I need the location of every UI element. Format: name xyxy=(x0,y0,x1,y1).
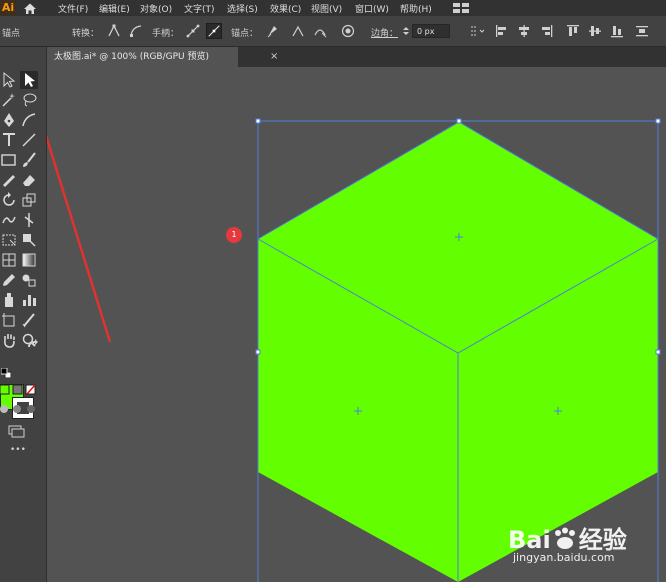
menu-help[interactable]: 帮助(H) xyxy=(400,2,432,15)
artboard-tool-icon[interactable] xyxy=(0,311,18,329)
paintbrush-tool-icon[interactable] xyxy=(20,151,38,169)
shape-builder-tool-icon[interactable] xyxy=(20,231,38,249)
control-bar: 锚点 转换： 手柄： 锚点： 边角： 0 px xyxy=(0,16,666,47)
rotate-tool-icon[interactable] xyxy=(0,191,18,209)
scale-tool-icon[interactable] xyxy=(20,191,38,209)
menu-window[interactable]: 窗口(W) xyxy=(355,2,389,15)
menu-effect[interactable]: 效果(C) xyxy=(270,2,301,15)
watermark-url: jingyan.baidu.com xyxy=(513,551,615,564)
pen-tool-icon[interactable] xyxy=(0,111,18,129)
gradient-tool-icon[interactable] xyxy=(20,251,38,269)
document-tab-bar: 太极图.ai* @ 100% (RGB/GPU 预览) × xyxy=(46,47,666,67)
menu-bar: Ai 文件(F) 编辑(E) 对象(O) 文字(T) 选择(S) 效果(C) 视… xyxy=(0,0,666,16)
close-tab-icon[interactable]: × xyxy=(270,51,278,62)
blend-tool-icon[interactable] xyxy=(20,271,38,289)
symbol-sprayer-tool-icon[interactable] xyxy=(0,291,18,309)
home-icon[interactable] xyxy=(19,0,41,16)
corner-stepper-icon[interactable] xyxy=(402,26,410,36)
workspace-switcher-icon[interactable] xyxy=(452,2,472,14)
align-bottom-icon[interactable] xyxy=(609,23,625,39)
color-mode-icon xyxy=(0,384,10,395)
gradient-mode-icon xyxy=(12,384,23,395)
free-transform-tool-icon[interactable] xyxy=(0,231,18,249)
eyedropper-tool-icon[interactable] xyxy=(0,271,18,289)
cut-path-icon[interactable] xyxy=(312,23,328,39)
corners-label: 边角： xyxy=(371,29,399,39)
type-tool-icon[interactable] xyxy=(0,131,18,149)
align-center-icon[interactable] xyxy=(516,23,532,39)
paw-logo-icon xyxy=(554,527,575,549)
direct-selection-tool-icon[interactable] xyxy=(20,71,38,89)
rectangle-tool-icon[interactable] xyxy=(0,151,18,169)
convert-corner-icon[interactable] xyxy=(106,23,122,39)
menu-view[interactable]: 视图(V) xyxy=(311,2,342,15)
menu-edit[interactable]: 编辑(E) xyxy=(99,2,130,15)
warp-tool-icon[interactable] xyxy=(0,211,18,229)
menu-file[interactable]: 文件(F) xyxy=(58,2,88,15)
lasso-tool-icon[interactable] xyxy=(20,91,38,109)
annotation-arrow xyxy=(47,134,112,343)
line-tool-icon[interactable] xyxy=(20,131,38,149)
hide-handles-icon[interactable] xyxy=(206,23,222,39)
curvature-tool-icon[interactable] xyxy=(20,111,38,129)
watermark-brand: Bai 经验 xyxy=(508,520,627,555)
screen-mode-icon[interactable] xyxy=(8,425,26,439)
menu-object[interactable]: 对象(O) xyxy=(140,2,172,15)
convert-label: 转换： xyxy=(72,29,100,39)
annotation-badge: 1 xyxy=(226,227,242,243)
watermark-brand-a: Bai xyxy=(508,526,551,554)
document-tab[interactable]: 太极图.ai* @ 100% (RGB/GPU 预览) xyxy=(46,47,238,67)
width-tool-icon[interactable] xyxy=(20,211,38,229)
handles-label: 手柄： xyxy=(152,29,180,39)
shaper-tool-icon[interactable] xyxy=(0,171,18,189)
convert-smooth-icon[interactable] xyxy=(128,23,144,39)
select-similar-icon[interactable] xyxy=(469,23,485,39)
show-handles-icon[interactable] xyxy=(185,23,201,39)
edit-toolbar-button[interactable]: ••• xyxy=(10,445,26,455)
distribute-icon[interactable] xyxy=(634,23,650,39)
anchor-mode-label: 锚点 xyxy=(2,29,21,39)
app-logo: Ai xyxy=(0,0,16,16)
menu-type[interactable]: 文字(T) xyxy=(184,2,215,15)
eraser-tool-icon[interactable] xyxy=(20,171,38,189)
slice-tool-icon[interactable] xyxy=(20,311,38,329)
watermark-brand-b: 经验 xyxy=(578,526,627,554)
column-graph-tool-icon[interactable] xyxy=(20,291,38,309)
hand-tool-icon[interactable] xyxy=(0,331,18,349)
default-colors-icon[interactable] xyxy=(1,368,11,378)
mesh-tool-icon[interactable] xyxy=(0,251,18,269)
color-mode-icons xyxy=(0,384,36,395)
align-top-icon[interactable] xyxy=(565,23,581,39)
anchors-label: 锚点： xyxy=(231,29,259,39)
corner-radius-field[interactable]: 0 px xyxy=(412,24,450,38)
artboard-canvas[interactable] xyxy=(47,67,666,582)
isolate-icon[interactable] xyxy=(340,23,356,39)
menu-select[interactable]: 选择(S) xyxy=(227,2,258,15)
remove-anchor-icon[interactable] xyxy=(265,23,281,39)
toolbox: ••• xyxy=(0,47,47,582)
swap-colors-icon[interactable] xyxy=(26,338,40,350)
selection-tool-icon[interactable] xyxy=(0,71,18,89)
align-left-icon[interactable] xyxy=(494,23,510,39)
watermark: Bai 经验 jingyan.baidu.com xyxy=(508,512,658,572)
draw-mode-icons[interactable] xyxy=(0,403,46,415)
connect-anchors-icon[interactable] xyxy=(290,23,306,39)
align-right-icon[interactable] xyxy=(538,23,554,39)
align-middle-icon[interactable] xyxy=(587,23,603,39)
magic-wand-tool-icon[interactable] xyxy=(0,91,18,109)
